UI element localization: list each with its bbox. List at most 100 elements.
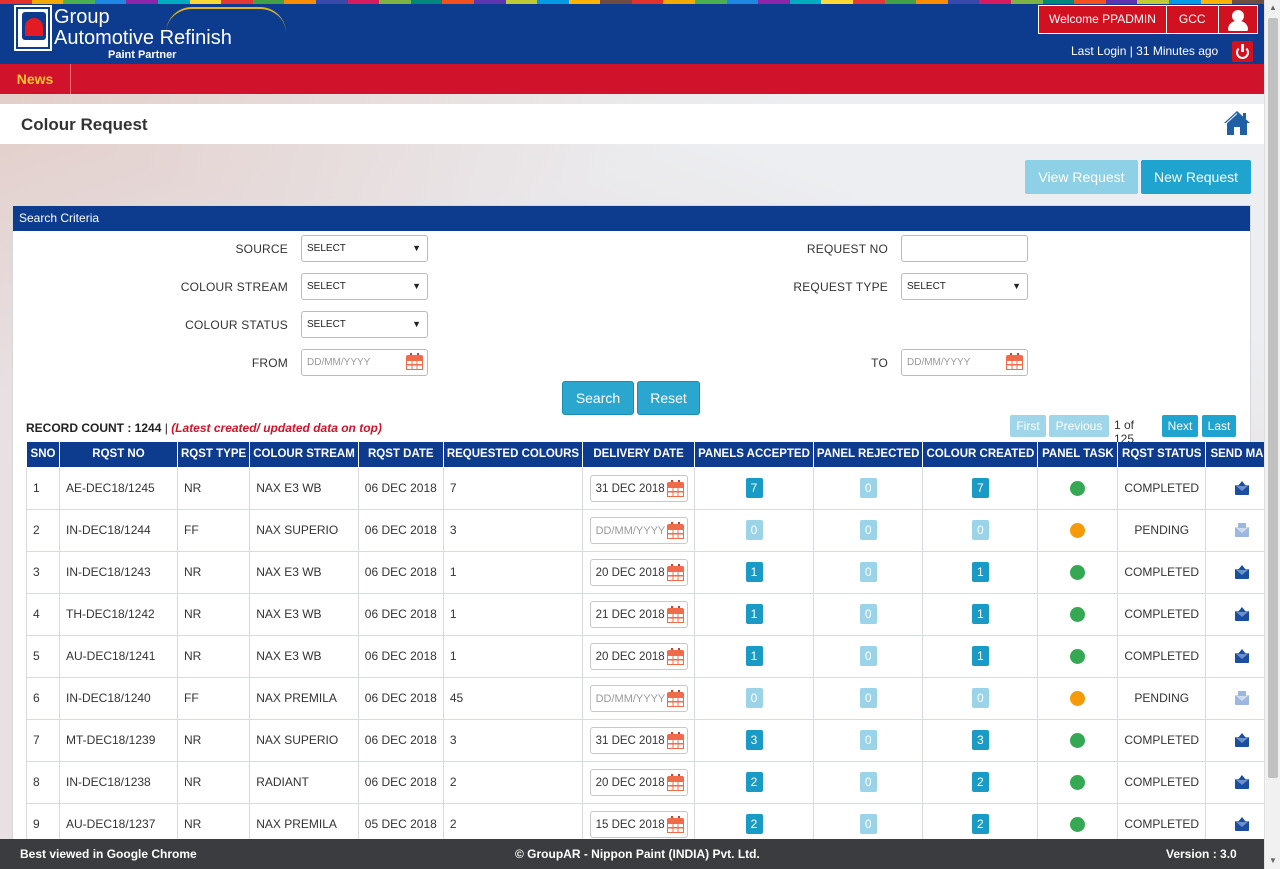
company-logo[interactable]: Group Automotive Refinish Paint Partner — [14, 5, 286, 61]
reset-button[interactable]: Reset — [637, 381, 700, 415]
source-select[interactable]: SELECT ▼ — [301, 235, 428, 262]
cell-rqst-no[interactable]: AU-DEC18/1241 — [59, 634, 178, 678]
region-button[interactable]: GCC — [1166, 6, 1219, 33]
panel-rejected-badge[interactable]: 0 — [859, 814, 877, 834]
delivery-date-input[interactable]: 21 DEC 2018 — [589, 600, 688, 628]
colour-created-badge[interactable]: 3 — [971, 730, 989, 750]
delivery-date-input[interactable]: 20 DEC 2018 — [589, 558, 688, 586]
panel-rejected-badge[interactable]: 0 — [859, 772, 877, 792]
cell-rqst-no[interactable]: IN-DEC18/1238 — [59, 760, 178, 804]
previous-page-button[interactable]: Previous — [1049, 415, 1109, 437]
table-row[interactable]: 6 IN-DEC18/1240 FF NAX PREMILA 06 DEC 2018 45… — [26, 676, 1280, 720]
delivery-date-input[interactable]: DD/MM/YYYY — [589, 516, 688, 544]
calendar-icon[interactable] — [666, 731, 684, 749]
panels-accepted-badge[interactable]: 7 — [745, 478, 763, 498]
calendar-icon[interactable] — [1006, 353, 1023, 370]
panel-rejected-badge[interactable]: 0 — [859, 604, 877, 624]
colour-created-badge[interactable]: 1 — [971, 604, 989, 624]
cell-rqst-no[interactable]: AE-DEC18/1245 — [59, 466, 178, 510]
send-mail-icon[interactable] — [1234, 607, 1250, 622]
colour-status-select[interactable]: SELECT ▼ — [301, 311, 428, 338]
new-request-button[interactable]: New Request — [1141, 160, 1251, 194]
calendar-icon[interactable] — [666, 773, 684, 791]
colour-created-badge[interactable]: 2 — [971, 814, 989, 834]
panel-rejected-badge[interactable]: 0 — [859, 730, 877, 750]
panel-rejected-badge[interactable]: 0 — [859, 688, 877, 708]
calendar-icon[interactable] — [666, 815, 684, 833]
panels-accepted-badge[interactable]: 1 — [745, 604, 763, 624]
panels-accepted-badge[interactable]: 2 — [745, 814, 763, 834]
table-row[interactable]: 1 AE-DEC18/1245 NR NAX E3 WB 06 DEC 2018 7 31 … — [26, 466, 1280, 510]
table-row[interactable]: 5 AU-DEC18/1241 NR NAX E3 WB 06 DEC 2018 1 20 … — [26, 634, 1280, 678]
panel-task-status-dot-icon[interactable] — [1070, 564, 1086, 580]
request-no-input[interactable] — [901, 235, 1028, 262]
colour-created-badge[interactable]: 0 — [971, 688, 989, 708]
panels-accepted-badge[interactable]: 0 — [745, 688, 763, 708]
panel-task-status-dot-icon[interactable] — [1070, 774, 1086, 790]
cell-rqst-no[interactable]: MT-DEC18/1239 — [59, 718, 178, 762]
next-page-button[interactable]: Next — [1162, 415, 1198, 437]
delivery-date-input[interactable]: 20 DEC 2018 — [589, 768, 688, 796]
panel-task-status-dot-icon[interactable] — [1070, 690, 1086, 706]
user-profile-icon[interactable] — [1218, 6, 1257, 33]
colour-created-badge[interactable]: 7 — [971, 478, 989, 498]
scrollbar-thumb[interactable] — [1268, 18, 1278, 778]
first-page-button[interactable]: First — [1010, 415, 1046, 437]
panel-task-status-dot-icon[interactable] — [1070, 606, 1086, 622]
send-mail-icon[interactable] — [1234, 565, 1250, 580]
send-mail-icon[interactable] — [1234, 649, 1250, 664]
panels-accepted-badge[interactable]: 2 — [745, 772, 763, 792]
panel-rejected-badge[interactable]: 0 — [859, 478, 877, 498]
send-mail-icon[interactable] — [1234, 481, 1250, 496]
delivery-date-input[interactable]: 20 DEC 2018 — [589, 642, 688, 670]
calendar-icon[interactable] — [406, 353, 423, 370]
panels-accepted-badge[interactable]: 0 — [745, 520, 763, 540]
calendar-icon[interactable] — [666, 479, 684, 497]
panel-rejected-badge[interactable]: 0 — [859, 646, 877, 666]
delivery-date-input[interactable]: 31 DEC 2018 — [589, 474, 688, 502]
cell-rqst-no[interactable]: IN-DEC18/1243 — [59, 550, 178, 594]
delivery-date-input[interactable]: DD/MM/YYYY — [589, 684, 688, 712]
colour-created-badge[interactable]: 0 — [971, 520, 989, 540]
panel-task-status-dot-icon[interactable] — [1070, 648, 1086, 664]
cell-rqst-no[interactable]: IN-DEC18/1244 — [59, 508, 178, 552]
send-mail-icon[interactable] — [1234, 733, 1250, 748]
send-mail-icon[interactable] — [1234, 775, 1250, 790]
table-row[interactable]: 2 IN-DEC18/1244 FF NAX SUPERIO 06 DEC 2018 3 D… — [26, 508, 1280, 552]
table-row[interactable]: 8 IN-DEC18/1238 NR RADIANT 06 DEC 2018 2 20 DE… — [26, 760, 1280, 804]
delivery-date-input[interactable]: 15 DEC 2018 — [589, 810, 688, 838]
last-page-button[interactable]: Last — [1202, 415, 1236, 437]
logout-power-icon[interactable] — [1232, 41, 1253, 62]
delivery-date-input[interactable]: 31 DEC 2018 — [589, 726, 688, 754]
send-mail-icon[interactable] — [1234, 817, 1250, 832]
from-date-input[interactable]: DD/MM/YYYY — [301, 349, 428, 376]
to-date-input[interactable]: DD/MM/YYYY — [901, 349, 1028, 376]
colour-created-badge[interactable]: 2 — [971, 772, 989, 792]
scroll-up-arrow-icon[interactable]: ▲ — [1265, 0, 1280, 16]
send-mail-icon[interactable] — [1234, 691, 1250, 706]
calendar-icon[interactable] — [666, 689, 684, 707]
panel-task-status-dot-icon[interactable] — [1070, 522, 1086, 538]
cell-rqst-no[interactable]: IN-DEC18/1240 — [59, 676, 178, 720]
calendar-icon[interactable] — [666, 605, 684, 623]
calendar-icon[interactable] — [666, 647, 684, 665]
news-link[interactable]: News — [0, 64, 71, 94]
table-row[interactable]: 4 TH-DEC18/1242 NR NAX E3 WB 06 DEC 2018 1 21 … — [26, 592, 1280, 636]
table-row[interactable]: 7 MT-DEC18/1239 NR NAX SUPERIO 06 DEC 2018 3 3… — [26, 718, 1280, 762]
panels-accepted-badge[interactable]: 1 — [745, 562, 763, 582]
search-button[interactable]: Search — [562, 381, 634, 415]
colour-created-badge[interactable]: 1 — [971, 562, 989, 582]
cell-rqst-no[interactable]: TH-DEC18/1242 — [59, 592, 178, 636]
calendar-icon[interactable] — [666, 521, 684, 539]
home-icon[interactable] — [1222, 108, 1252, 138]
scroll-down-arrow-icon[interactable]: ▼ — [1265, 853, 1280, 869]
request-type-select[interactable]: SELECT ▼ — [901, 273, 1028, 300]
colour-stream-select[interactable]: SELECT ▼ — [301, 273, 428, 300]
panel-task-status-dot-icon[interactable] — [1070, 732, 1086, 748]
panel-task-status-dot-icon[interactable] — [1070, 480, 1086, 496]
panel-rejected-badge[interactable]: 0 — [859, 520, 877, 540]
view-request-button[interactable]: View Request — [1025, 160, 1138, 194]
colour-created-badge[interactable]: 1 — [971, 646, 989, 666]
vertical-scrollbar[interactable]: ▲ ▼ — [1264, 0, 1280, 869]
panel-task-status-dot-icon[interactable] — [1070, 816, 1086, 832]
